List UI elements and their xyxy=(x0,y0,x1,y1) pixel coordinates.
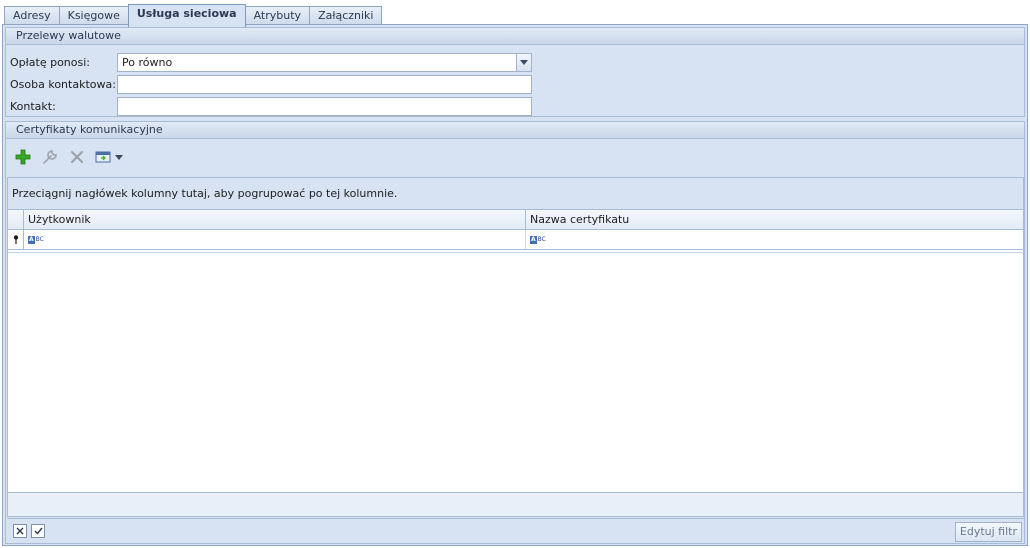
checkbox-checked-icon xyxy=(34,527,43,535)
tab-content: Przelewy walutowe Opłatę ponosi: Po równ… xyxy=(2,24,1028,546)
tab-ksiegowe[interactable]: Księgowe xyxy=(58,6,129,26)
tab-atrybuty[interactable]: Atrybuty xyxy=(244,6,311,26)
grid-body[interactable] xyxy=(8,253,1023,493)
certificates-toolbar xyxy=(12,146,130,168)
certificates-group-title: Certyfikaty komunikacyjne xyxy=(6,122,1024,139)
contact-field[interactable] xyxy=(117,97,532,116)
tab-zalaczniki[interactable]: Załączniki xyxy=(309,6,383,26)
transfers-group-title: Przelewy walutowe xyxy=(6,28,1024,45)
tab-strip: Adresy Księgowe Usługa sieciowa Atrybuty… xyxy=(4,4,383,27)
tab-usluga-sieciowa[interactable]: Usługa sieciowa xyxy=(127,4,246,27)
column-header-nazwa-certyfikatu[interactable]: Nazwa certyfikatu xyxy=(526,210,1023,229)
fee-combobox[interactable]: Po równo xyxy=(117,53,532,72)
text-filter-icon: A BC xyxy=(28,235,44,244)
group-by-panel[interactable]: Przeciągnij nagłówek kolumny tutaj, aby … xyxy=(8,178,1023,210)
transfers-group: Przelewy walutowe Opłatę ponosi: Po równ… xyxy=(5,27,1025,117)
filter-row-indicator xyxy=(8,230,24,249)
fee-combobox-button[interactable] xyxy=(516,54,531,71)
contact-person-label: Osoba kontaktowa: xyxy=(10,78,116,91)
auto-filter-row: A BC A BC xyxy=(8,230,1023,250)
certificates-grid: Przeciągnij nagłówek kolumny tutaj, aby … xyxy=(7,177,1024,517)
certificates-group: Certyfikaty komunikacyjne Przeciągnij na… xyxy=(5,121,1025,544)
edit-filter-button[interactable]: Edytuj filtr xyxy=(954,522,1022,542)
chevron-down-icon xyxy=(520,60,528,65)
row-indicator-header xyxy=(8,210,24,229)
filter-bar: Edytuj filtr xyxy=(7,518,1024,543)
filter-cell-nazwa-certyfikatu[interactable]: A BC xyxy=(526,230,1023,249)
text-filter-icon: A BC xyxy=(530,235,546,244)
fee-combobox-value: Po równo xyxy=(122,56,173,69)
wrench-icon xyxy=(43,150,57,164)
add-icon xyxy=(15,149,31,165)
filter-pin-icon xyxy=(13,235,18,244)
delete-icon xyxy=(71,151,83,163)
tab-adresy[interactable]: Adresy xyxy=(4,6,60,26)
dropdown-arrow-icon[interactable] xyxy=(115,154,123,160)
add-button[interactable] xyxy=(12,146,34,168)
contact-label: Kontakt: xyxy=(10,100,56,113)
grid-header: Użytkownik Nazwa certyfikatu xyxy=(8,210,1023,230)
clear-filter-button[interactable] xyxy=(13,524,27,538)
grid-footer xyxy=(8,492,1023,516)
export-icon xyxy=(95,151,111,163)
contact-person-field[interactable] xyxy=(117,75,532,94)
export-button[interactable] xyxy=(93,146,125,168)
delete-button[interactable] xyxy=(66,146,88,168)
fee-label: Opłatę ponosi: xyxy=(10,56,90,69)
filter-cell-uzytkownik[interactable]: A BC xyxy=(24,230,526,249)
close-x-icon xyxy=(16,527,24,535)
filter-enabled-checkbox[interactable] xyxy=(31,524,45,538)
column-header-uzytkownik[interactable]: Użytkownik xyxy=(24,210,526,229)
edit-button[interactable] xyxy=(39,146,61,168)
